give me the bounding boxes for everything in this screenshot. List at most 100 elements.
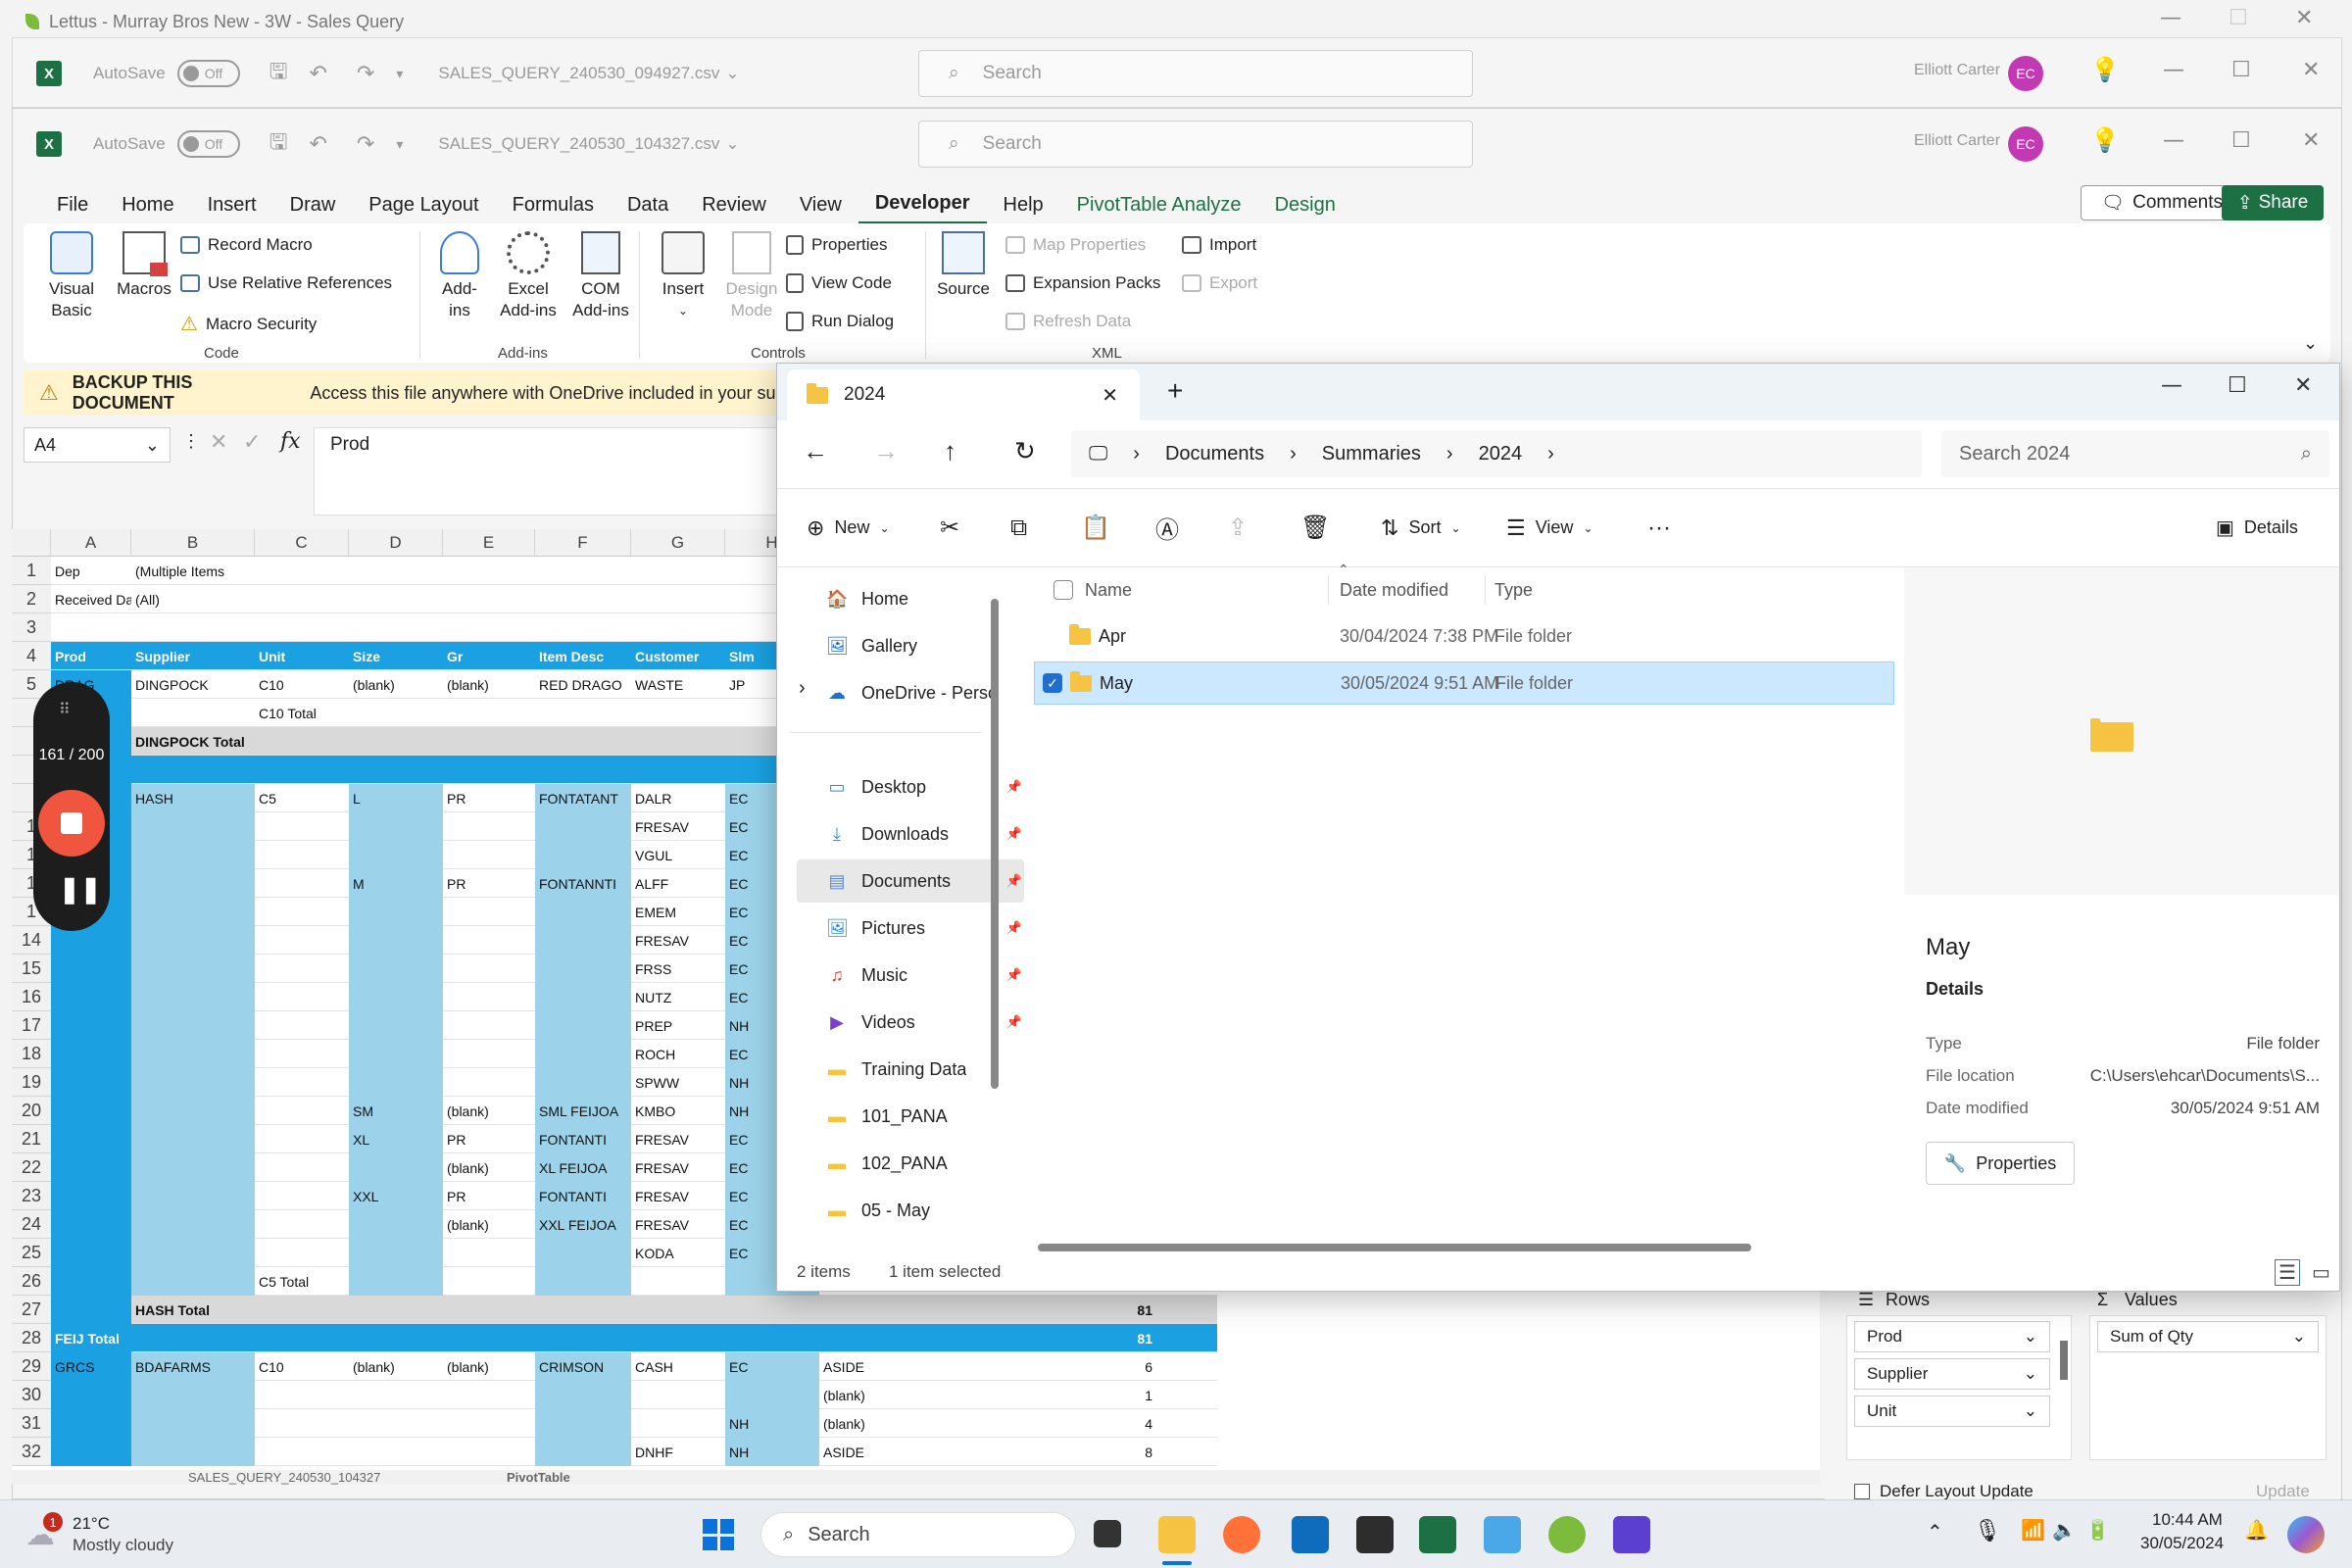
formula-input[interactable]: Prod [314, 427, 784, 515]
close-button[interactable]: ✕ [2294, 373, 2312, 398]
column-header-b[interactable]: B [131, 529, 255, 557]
breadcrumb-documents[interactable]: Documents [1165, 443, 1264, 466]
firefox-icon[interactable] [1223, 1516, 1260, 1553]
share-button[interactable]: ⇪ Share [2222, 185, 2324, 220]
visual-basic-button[interactable]: Visual Basic [37, 231, 106, 321]
clock-time[interactable]: 10:44 AM [2152, 1510, 2223, 1530]
ribbon-tab-page-layout[interactable]: Page Layout [352, 185, 495, 224]
ribbon-tab-data[interactable]: Data [611, 185, 685, 224]
values-field-sum-qty[interactable]: Sum of Qty ⌄ [2097, 1321, 2319, 1352]
cell-g[interactable]: FRSS [631, 955, 725, 983]
cell-e[interactable]: Gr [443, 642, 535, 670]
cell-e[interactable]: (blank) [443, 1210, 535, 1239]
qat-customize-icon[interactable]: ▾ [396, 136, 403, 153]
cell-b[interactable]: HASH Total [131, 1296, 255, 1324]
ribbon-tab-help[interactable]: Help [987, 185, 1060, 224]
row-header[interactable]: 15 [12, 955, 51, 983]
cell-e[interactable]: PR [443, 869, 535, 898]
column-name[interactable]: Name [1085, 580, 1132, 601]
row-header[interactable]: 2 [12, 585, 51, 613]
macro-security-button[interactable]: ⚠ Macro Security [180, 312, 317, 336]
breadcrumb[interactable]: 🖵 › Documents › Summaries › 2024 › [1071, 430, 1922, 477]
column-date[interactable]: Date modified [1340, 580, 1448, 601]
column-header-g[interactable]: G [631, 529, 725, 557]
cell-f[interactable]: FONTATANT [535, 784, 631, 812]
cell-h[interactable]: EC [725, 1352, 819, 1381]
cell-g[interactable]: Customer [631, 642, 725, 670]
row-header[interactable]: 16 [12, 983, 51, 1011]
row-header[interactable]: 22 [12, 1153, 51, 1182]
cell-d[interactable]: (blank) [349, 1352, 443, 1381]
cell-b[interactable]: BDAFARMS [131, 1352, 255, 1381]
row-header[interactable]: 3 [12, 613, 51, 642]
rows-field-prod[interactable]: Prod ⌄ [1854, 1321, 2050, 1352]
cell-c[interactable]: C10 [255, 1352, 349, 1381]
cell-g[interactable]: FRESAV [631, 812, 725, 841]
excel-icon[interactable] [1419, 1516, 1456, 1553]
forward-arrow-icon[interactable]: → [873, 436, 899, 466]
autosave-toggle[interactable]: Off [176, 60, 240, 87]
cell-g[interactable]: SPWW [631, 1068, 725, 1097]
addins-button[interactable]: Add- ins [427, 231, 492, 321]
properties-button[interactable]: Properties [786, 235, 887, 255]
cell-e[interactable]: (blank) [443, 1153, 535, 1182]
wifi-icon[interactable]: 📶 [2021, 1518, 2045, 1543]
cell-b[interactable]: (All) [131, 585, 255, 613]
run-dialog-button[interactable]: Run Dialog [786, 312, 894, 331]
cell-b[interactable]: HASH [131, 784, 255, 812]
cell-g[interactable]: KODA [631, 1239, 725, 1267]
ribbon-tab-design[interactable]: Design [1258, 185, 1352, 224]
terminal-icon[interactable] [1356, 1516, 1394, 1553]
cell-d[interactable]: (blank) [349, 670, 443, 699]
lightbulb-icon[interactable]: 💡 [2090, 126, 2120, 155]
row-header[interactable]: 1 [12, 557, 51, 585]
insert-function-icon[interactable]: fx [280, 429, 301, 454]
cell-g[interactable]: ALFF [631, 869, 725, 898]
new-button[interactable]: ⊕ New ⌄ [807, 515, 890, 541]
cell-c[interactable]: Unit [255, 642, 349, 670]
minimize-button[interactable]: — [2163, 58, 2184, 82]
cell-c[interactable]: C10 [255, 670, 349, 699]
clock-date[interactable]: 30/05/2024 [2140, 1534, 2224, 1553]
pin-icon[interactable]: 📌 [1006, 920, 1022, 936]
cell-f[interactable]: RED DRAGO [535, 670, 631, 699]
row-header[interactable]: 28 [12, 1324, 51, 1352]
cell-value[interactable]: 8 [992, 1438, 1158, 1466]
column-type[interactable]: Type [1494, 580, 1533, 601]
row-header[interactable]: 26 [12, 1267, 51, 1296]
details-view-icon[interactable]: ☰ [2275, 1258, 2300, 1286]
undo-icon[interactable]: ↶ [309, 61, 326, 86]
row-checkbox[interactable]: ✓ [1043, 673, 1062, 693]
ribbon-tab-insert[interactable]: Insert [191, 185, 273, 224]
cell-a[interactable]: Prod [51, 642, 131, 670]
select-all-checkbox[interactable] [1054, 580, 1073, 600]
row-header[interactable]: 23 [12, 1182, 51, 1210]
cell-f[interactable]: SML FEIJOA [535, 1097, 631, 1125]
pin-icon[interactable]: 📌 [1006, 873, 1022, 889]
expansion-packs-button[interactable]: Expansion Packs [1005, 273, 1160, 293]
new-tab-button[interactable]: + [1167, 375, 1183, 407]
share-icon[interactable]: ⇪ [1228, 514, 1248, 542]
row-header[interactable]: 20 [12, 1097, 51, 1125]
design-mode-button[interactable]: Design Mode [719, 231, 784, 321]
select-all-corner[interactable] [12, 529, 51, 557]
sidebar-item-05-may[interactable]: ▬ 05 - May [797, 1189, 1024, 1232]
refresh-icon[interactable]: ↻ [1014, 436, 1036, 466]
ribbon-tab-developer[interactable]: Developer [858, 185, 987, 224]
source-button[interactable]: Source [931, 231, 996, 300]
expand-chevron-icon[interactable]: › [799, 677, 806, 700]
update-button[interactable]: Update [2256, 1482, 2310, 1501]
cell-value[interactable]: 81 [992, 1296, 1158, 1324]
ribbon-tab-file[interactable]: File [40, 185, 105, 224]
row-header[interactable]: 14 [12, 926, 51, 955]
import-button[interactable]: Import [1182, 235, 1256, 255]
collapse-ribbon-icon[interactable]: ⌄ [2303, 333, 2318, 354]
comments-button[interactable]: 🗨 Comments [2081, 185, 2243, 220]
cell-d[interactable]: M [349, 869, 443, 898]
row-header[interactable]: 32 [12, 1438, 51, 1466]
notification-bell-icon[interactable]: 🔔 [2244, 1518, 2269, 1543]
cell-e[interactable]: (blank) [443, 1097, 535, 1125]
cell-g[interactable]: NUTZ [631, 983, 725, 1011]
cell-f[interactable]: FONTANTI [535, 1182, 631, 1210]
cell-f[interactable]: XL FEIJOA [535, 1153, 631, 1182]
